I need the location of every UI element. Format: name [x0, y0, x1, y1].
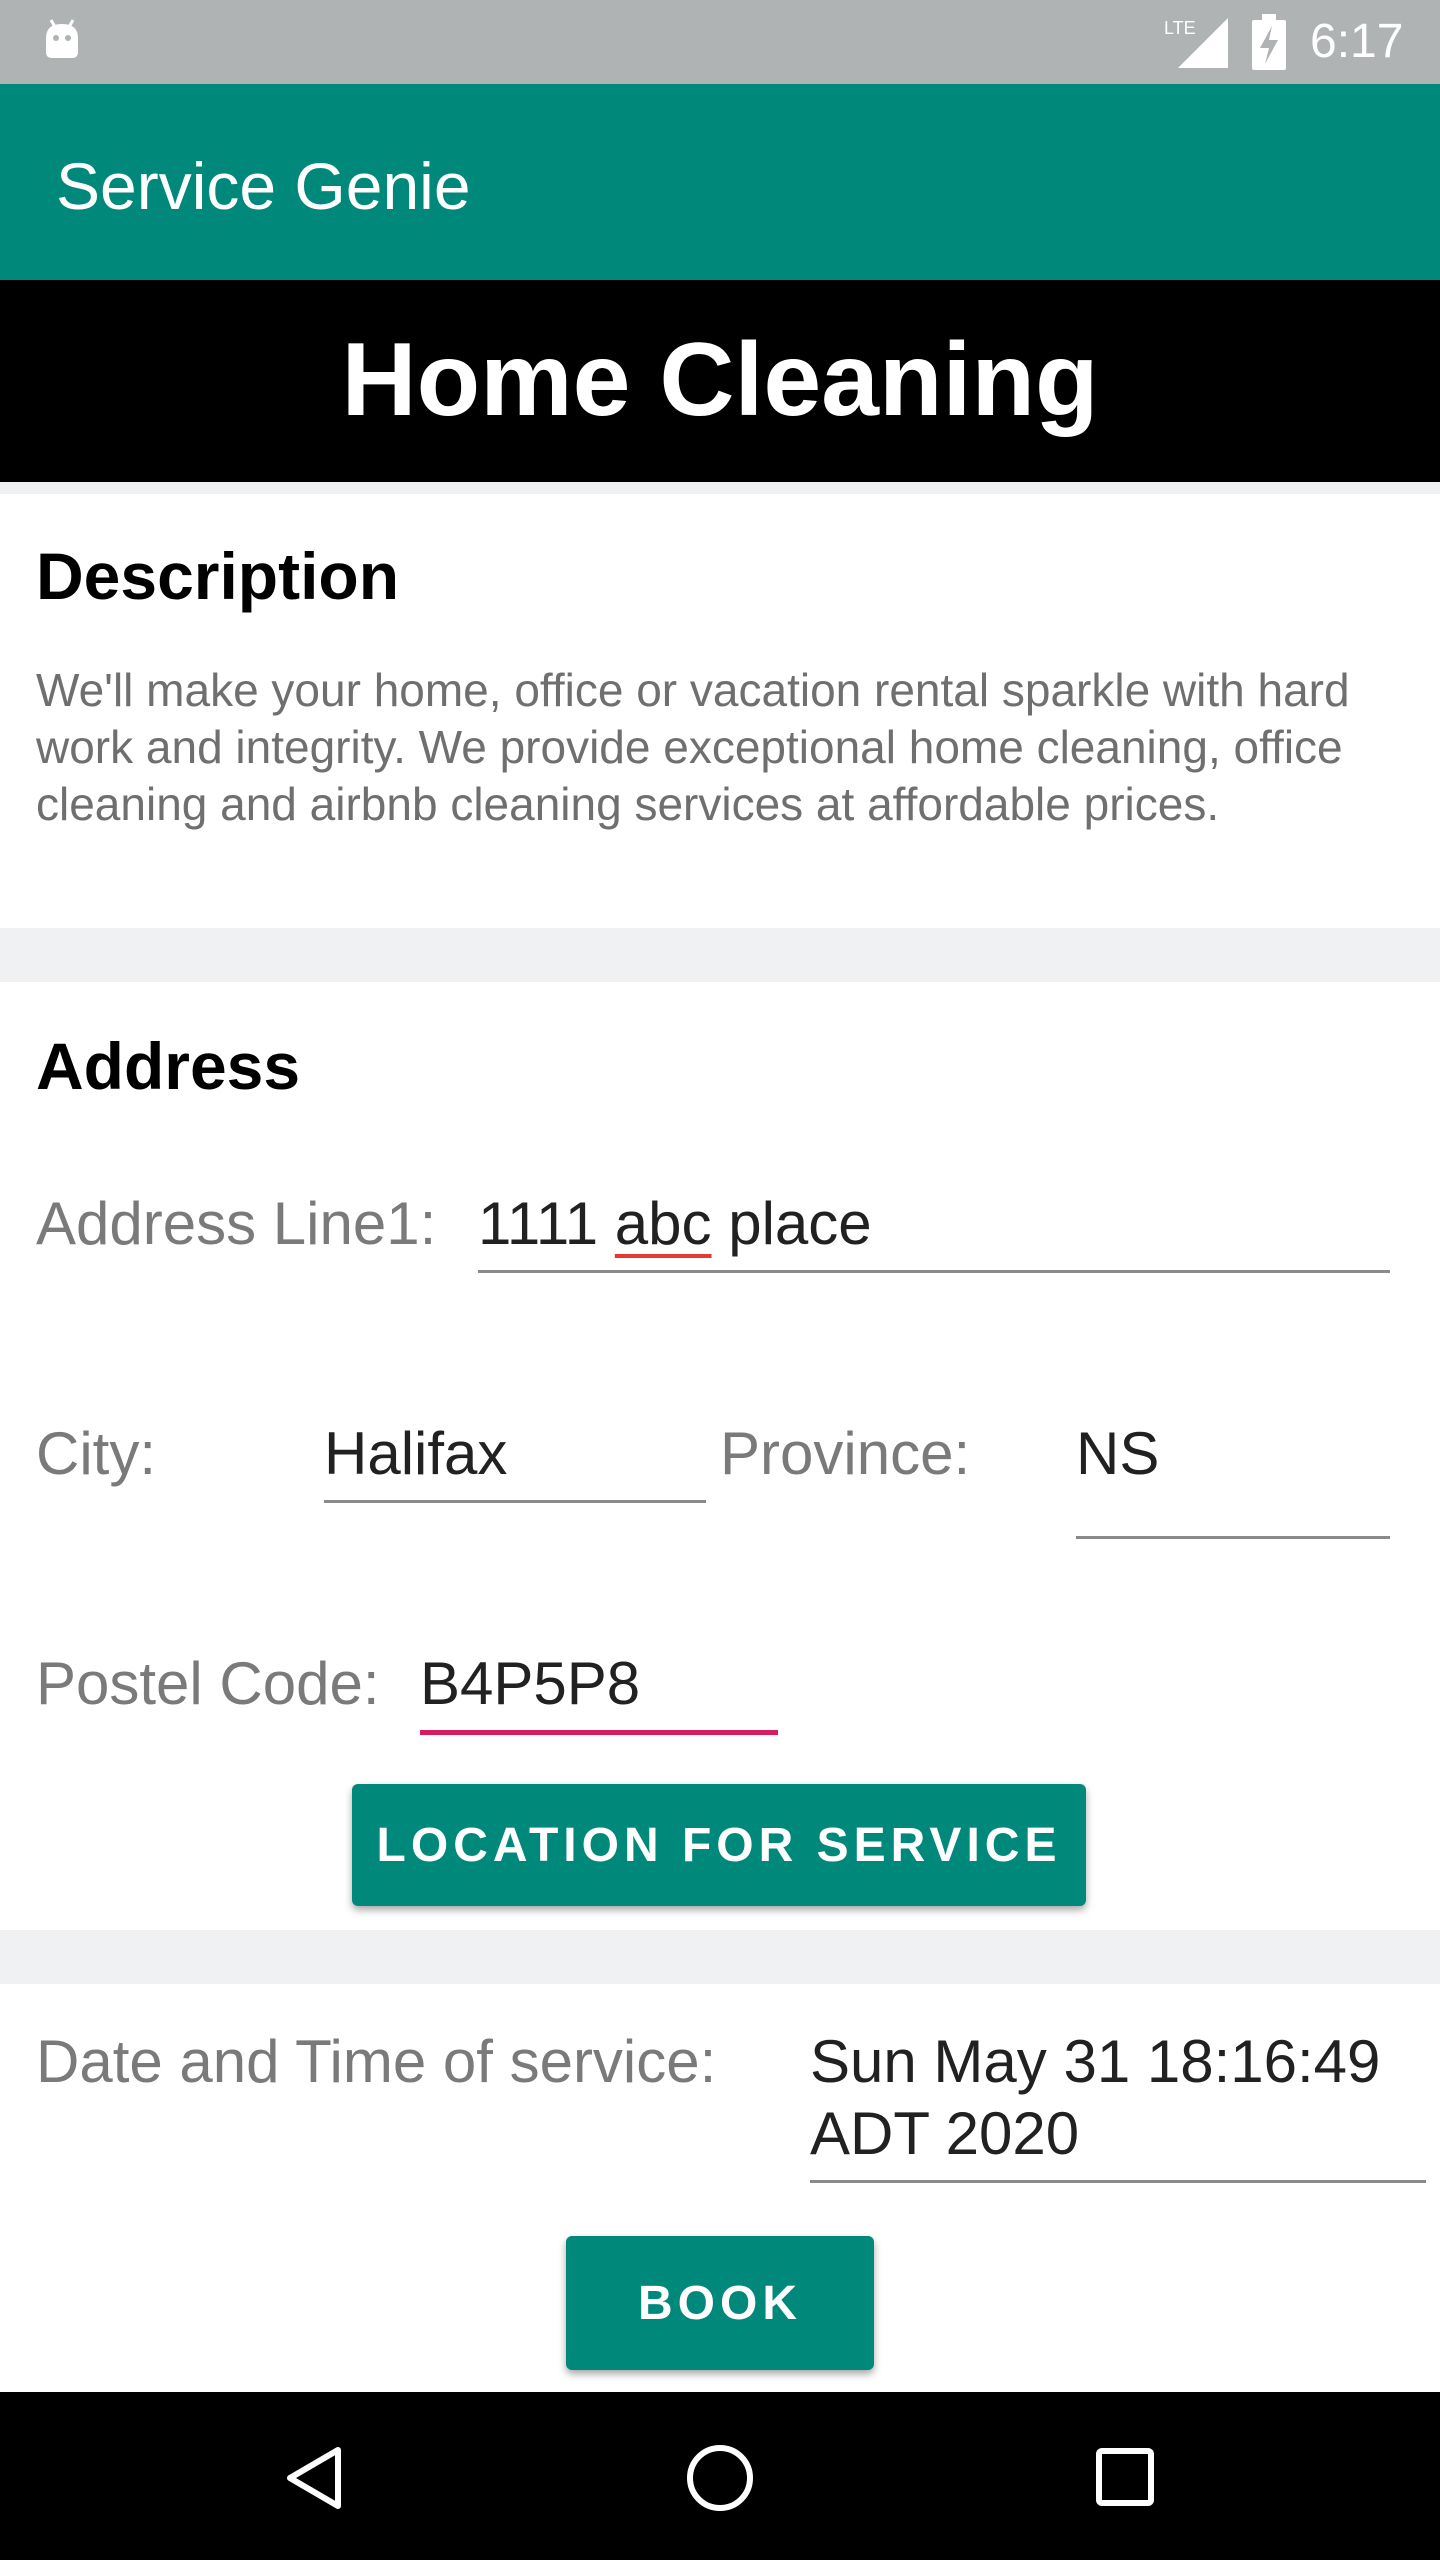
- date-time-underline: [810, 2180, 1426, 2183]
- lte-label: LTE: [1164, 18, 1196, 38]
- city-field[interactable]: Halifax: [324, 1418, 507, 1490]
- postal-code-field[interactable]: B4P5P8: [420, 1648, 640, 1720]
- city-label: City:: [36, 1420, 156, 1487]
- book-button[interactable]: BOOK: [566, 2236, 874, 2370]
- date-time-value-line2: ADT 2020: [810, 2100, 1080, 2167]
- date-time-field[interactable]: Sun May 31 18:16:49 ADT 2020: [810, 2026, 1430, 2170]
- city-underline: [324, 1500, 706, 1503]
- province-field[interactable]: NS: [1076, 1418, 1159, 1490]
- lte-signal-icon: LTE: [1164, 18, 1228, 68]
- service-title: Home Cleaning: [341, 322, 1099, 438]
- status-time: 6:17: [1310, 15, 1404, 68]
- province-underline: [1076, 1536, 1390, 1539]
- postal-code-label: Postel Code:: [36, 1650, 380, 1717]
- date-time-label: Date and Time of service:: [36, 2028, 717, 2095]
- province-label: Province:: [720, 1420, 971, 1487]
- location-for-service-button[interactable]: LOCATION FOR SERVICE: [352, 1784, 1086, 1906]
- android-icon: [46, 19, 78, 58]
- address-line1-value-part: 1111: [478, 1190, 615, 1257]
- misspelled-word: abc: [614, 1190, 712, 1257]
- date-time-value-line1: Sun May 31 18:16:49: [810, 2028, 1381, 2095]
- address-line1-label: Address Line1:: [36, 1190, 437, 1257]
- recents-icon[interactable]: [1096, 2448, 1154, 2506]
- address-line1-value-part: place: [711, 1190, 872, 1257]
- address-line1-field[interactable]: 1111 abc place: [478, 1188, 872, 1260]
- description-text: We'll make your home, office or vacation…: [36, 664, 1350, 830]
- description-heading: Description: [36, 539, 400, 613]
- battery-charging-icon: [1252, 14, 1286, 70]
- postal-code-underline: [420, 1730, 778, 1735]
- app-title: Service Genie: [56, 149, 471, 223]
- address-heading: Address: [36, 1029, 301, 1103]
- back-icon[interactable]: [284, 2446, 344, 2510]
- address-line1-underline: [478, 1270, 1390, 1273]
- home-icon[interactable]: [686, 2444, 754, 2512]
